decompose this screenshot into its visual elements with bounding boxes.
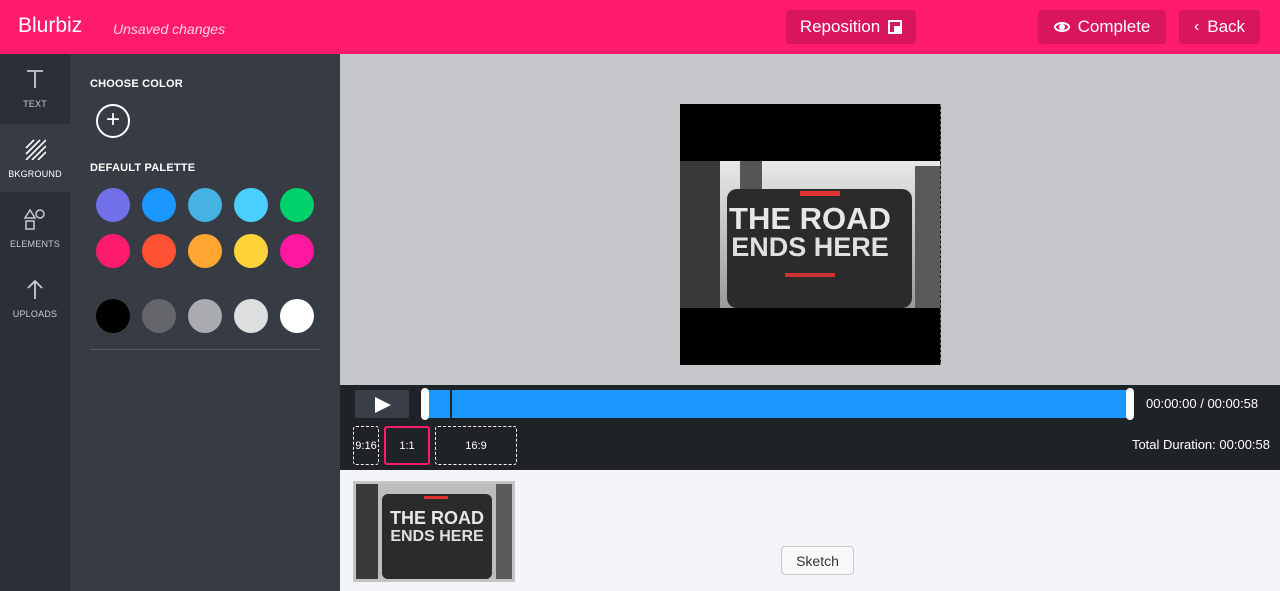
reposition-label: Reposition — [799, 17, 881, 36]
reposition-icon — [888, 20, 903, 34]
clip-thumbnail[interactable]: THE ROAD ENDS HERE — [353, 481, 515, 582]
color-swatch[interactable] — [96, 188, 130, 222]
color-swatch[interactable] — [96, 299, 130, 333]
back-label: Back — [1207, 17, 1246, 36]
elements-icon — [24, 208, 45, 230]
unsaved-status: Unsaved changes — [113, 21, 226, 37]
video-preview: THE ROAD ENDS HERE — [680, 161, 940, 308]
rail-item-background[interactable]: BKGROUND — [0, 124, 70, 192]
video-frame[interactable]: THE ROAD ENDS HERE — [680, 104, 941, 365]
rail-label: UPLOADS — [12, 309, 58, 319]
color-swatch[interactable] — [96, 234, 130, 268]
video-headline-line2: ENDS HERE — [731, 232, 889, 262]
top-bar: Blurbiz Unsaved changes Reposition Compl… — [0, 0, 1280, 54]
filmstrip: THE ROAD ENDS HERE Sketch — [340, 470, 1280, 591]
color-swatch[interactable] — [234, 234, 268, 268]
video-headline-line1: THE ROAD — [729, 201, 891, 236]
eye-icon — [1053, 22, 1070, 32]
thumbnail-headline-line1: THE ROAD — [390, 508, 484, 528]
rail-label: ELEMENTS — [9, 239, 61, 249]
ratio-1-1-button[interactable]: 1:1 — [384, 426, 430, 465]
rail-label: BKGROUND — [8, 169, 62, 179]
color-swatch[interactable] — [234, 299, 268, 333]
color-swatch[interactable] — [188, 188, 222, 222]
color-swatch[interactable] — [280, 234, 314, 268]
background-panel: CHOOSE COLOR + DEFAULT PALETTE — [70, 54, 340, 591]
reposition-button[interactable]: Reposition — [786, 10, 916, 44]
brand-logo[interactable]: Blurbiz — [18, 14, 82, 38]
rail-label: TEXT — [23, 99, 47, 109]
timeline-track[interactable] — [425, 390, 1130, 418]
default-palette-heading: DEFAULT PALETTE — [90, 162, 196, 174]
complete-button[interactable]: Complete — [1038, 10, 1166, 44]
background-icon — [25, 139, 46, 160]
canvas-area: THE ROAD ENDS HERE — [340, 54, 1280, 385]
color-swatch[interactable] — [142, 234, 176, 268]
thumbnail-image: THE ROAD ENDS HERE — [356, 484, 512, 579]
choose-color-heading: CHOOSE COLOR — [90, 78, 183, 90]
timeline: 00:00:00 / 00:00:58 9:16 1:1 16:9 Total … — [340, 385, 1280, 470]
complete-label: Complete — [1077, 17, 1151, 36]
thumbnail-headline-line2: ENDS HERE — [390, 528, 484, 545]
color-swatch[interactable] — [142, 299, 176, 333]
add-color-button[interactable]: + — [96, 104, 130, 138]
color-swatch[interactable] — [280, 299, 314, 333]
tool-rail: TEXT BKGROUND ELEMENTS UPLOADS — [0, 54, 70, 591]
color-swatch[interactable] — [142, 188, 176, 222]
color-swatch[interactable] — [234, 188, 268, 222]
color-swatch[interactable] — [280, 188, 314, 222]
rail-item-text[interactable]: TEXT — [0, 54, 70, 122]
color-swatch[interactable] — [188, 234, 222, 268]
upload-icon — [27, 279, 43, 299]
ratio-16-9-button[interactable]: 16:9 — [435, 426, 517, 465]
play-button[interactable] — [355, 390, 409, 418]
color-swatch[interactable] — [188, 299, 222, 333]
sketch-tooltip: Sketch — [781, 546, 854, 575]
playhead[interactable] — [450, 390, 452, 418]
panel-divider — [90, 349, 320, 350]
total-duration: Total Duration: 00:00:58 — [1131, 437, 1270, 452]
back-button[interactable]: ‹ Back — [1179, 10, 1260, 44]
time-display: 00:00:00 / 00:00:58 — [1146, 396, 1259, 411]
trim-start-handle[interactable] — [421, 388, 429, 420]
ratio-9-16-button[interactable]: 9:16 — [353, 426, 379, 465]
rail-item-elements[interactable]: ELEMENTS — [0, 194, 70, 262]
chevron-left-icon: ‹ — [1193, 18, 1200, 35]
text-icon — [27, 70, 43, 88]
rail-item-uploads[interactable]: UPLOADS — [0, 264, 70, 332]
trim-end-handle[interactable] — [1126, 388, 1134, 420]
